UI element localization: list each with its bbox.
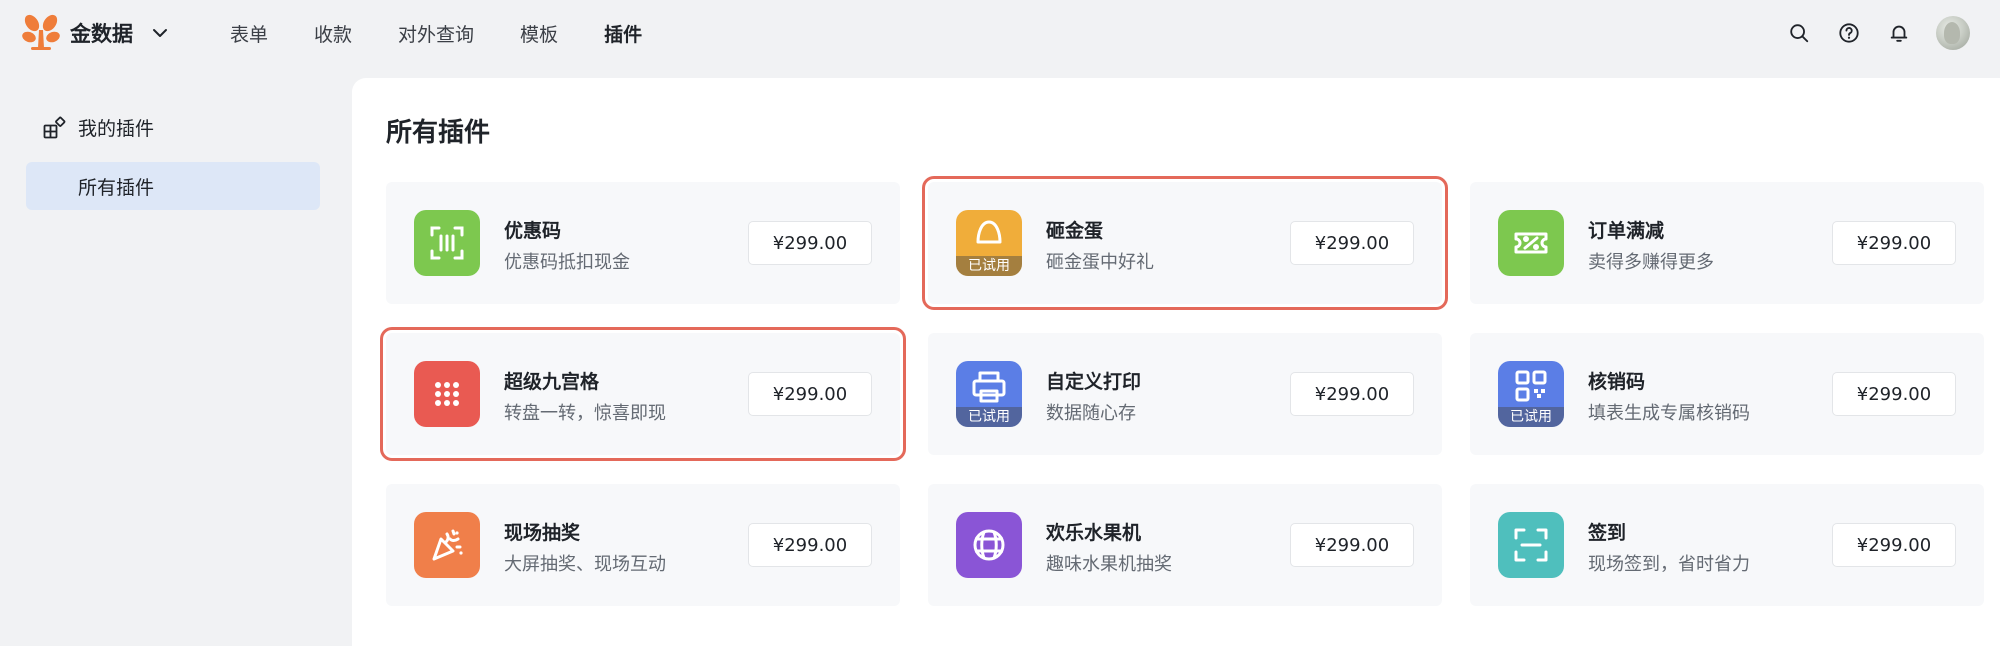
- price-button[interactable]: ¥299.00: [1290, 221, 1414, 265]
- sidebar-item-all-plugins[interactable]: 所有插件: [26, 162, 320, 210]
- plugin-card-golden-egg[interactable]: 已试用 砸金蛋 砸金蛋中好礼 ¥299.00: [922, 176, 1448, 310]
- sidebar: 我的插件 所有插件: [0, 66, 352, 646]
- price-button[interactable]: ¥299.00: [1832, 372, 1956, 416]
- plugin-name: 优惠码: [504, 220, 562, 242]
- plugin-card-redeem-code[interactable]: 已试用 核销码 填表生成专属核销码 ¥299.00: [1470, 333, 1984, 455]
- plugin-card-order-discount[interactable]: 订单满减 卖得多赚得更多 ¥299.00: [1470, 182, 1984, 304]
- qr-code-icon: 已试用: [1498, 361, 1564, 427]
- scan-checkin-icon: [1498, 512, 1564, 578]
- nine-grid-icon: [414, 361, 480, 427]
- main-panel: 所有插件 优惠码 优惠码抵扣现金 ¥299.00 已试用 砸金蛋 砸金蛋中好礼 …: [352, 78, 2000, 646]
- avatar[interactable]: [1936, 16, 1970, 50]
- main-nav: 表单 收款 对外查询 模板 插件: [230, 0, 688, 66]
- nav-item-templates[interactable]: 模板: [520, 20, 558, 47]
- plugin-name: 砸金蛋: [1046, 220, 1104, 242]
- sidebar-group-label: 我的插件: [78, 118, 155, 140]
- tried-badge: 已试用: [1498, 407, 1564, 427]
- plugin-name: 订单满减: [1588, 220, 1665, 242]
- plugin-card-custom-print[interactable]: 已试用 自定义打印 数据随心存 ¥299.00: [928, 333, 1442, 455]
- plugins-icon: [42, 116, 66, 140]
- page-title: 所有插件: [386, 118, 491, 148]
- price-button[interactable]: ¥299.00: [1290, 372, 1414, 416]
- plugin-name: 签到: [1588, 522, 1627, 544]
- price-button[interactable]: ¥299.00: [748, 372, 872, 416]
- price-button[interactable]: ¥299.00: [748, 221, 872, 265]
- plugin-name: 核销码: [1588, 371, 1646, 393]
- golden-egg-icon: 已试用: [956, 210, 1022, 276]
- tried-badge: 已试用: [956, 407, 1022, 427]
- plugin-desc: 转盘一转，惊喜即现: [504, 403, 666, 424]
- plugin-desc: 数据随心存: [1046, 403, 1136, 424]
- nav-item-public-query[interactable]: 对外查询: [398, 20, 474, 47]
- plugin-desc: 大屏抽奖、现场互动: [504, 554, 666, 575]
- help-icon[interactable]: [1836, 20, 1862, 46]
- brand[interactable]: 金数据: [22, 14, 169, 52]
- plugin-desc: 趣味水果机抽奖: [1046, 554, 1172, 575]
- plugin-desc: 填表生成专属核销码: [1588, 403, 1750, 424]
- plugin-desc: 现场签到，省时省力: [1588, 554, 1750, 575]
- bell-icon[interactable]: [1886, 20, 1912, 46]
- tree-logo-icon: [22, 14, 60, 52]
- plugin-card-fruit-machine[interactable]: 欢乐水果机 趣味水果机抽奖 ¥299.00: [928, 484, 1442, 606]
- printer-icon: 已试用: [956, 361, 1022, 427]
- chevron-down-icon[interactable]: [151, 24, 169, 42]
- nav-item-forms[interactable]: 表单: [230, 20, 268, 47]
- sidebar-group-my-plugins[interactable]: 我的插件: [42, 114, 154, 141]
- party-popper-icon: [414, 512, 480, 578]
- top-bar: 金数据 表单 收款 对外查询 模板 插件: [0, 0, 2000, 66]
- plugin-card-coupon[interactable]: 优惠码 优惠码抵扣现金 ¥299.00: [386, 182, 900, 304]
- tried-badge: 已试用: [956, 256, 1022, 276]
- price-button[interactable]: ¥299.00: [748, 523, 872, 567]
- top-actions: [1762, 16, 1970, 50]
- price-button[interactable]: ¥299.00: [1832, 221, 1956, 265]
- plugin-name: 自定义打印: [1046, 371, 1142, 393]
- plugin-name: 欢乐水果机: [1046, 522, 1142, 544]
- plugin-name: 超级九宫格: [504, 371, 600, 393]
- fruit-machine-icon: [956, 512, 1022, 578]
- price-button[interactable]: ¥299.00: [1290, 523, 1414, 567]
- plugin-desc: 优惠码抵扣现金: [504, 252, 630, 273]
- price-button[interactable]: ¥299.00: [1832, 523, 1956, 567]
- plugin-card-nine-grid[interactable]: 超级九宫格 转盘一转，惊喜即现 ¥299.00: [380, 327, 906, 461]
- plugin-card-checkin[interactable]: 签到 现场签到，省时省力 ¥299.00: [1470, 484, 1984, 606]
- coupon-code-icon: [414, 210, 480, 276]
- search-icon[interactable]: [1786, 20, 1812, 46]
- plugin-name: 现场抽奖: [504, 522, 581, 544]
- ticket-discount-icon: [1498, 210, 1564, 276]
- nav-item-plugins[interactable]: 插件: [604, 20, 642, 47]
- plugin-desc: 卖得多赚得更多: [1588, 252, 1714, 273]
- brand-name: 金数据: [70, 22, 133, 46]
- plugin-card-live-lottery[interactable]: 现场抽奖 大屏抽奖、现场互动 ¥299.00: [386, 484, 900, 606]
- nav-item-payments[interactable]: 收款: [314, 20, 352, 47]
- plugin-desc: 砸金蛋中好礼: [1046, 252, 1154, 273]
